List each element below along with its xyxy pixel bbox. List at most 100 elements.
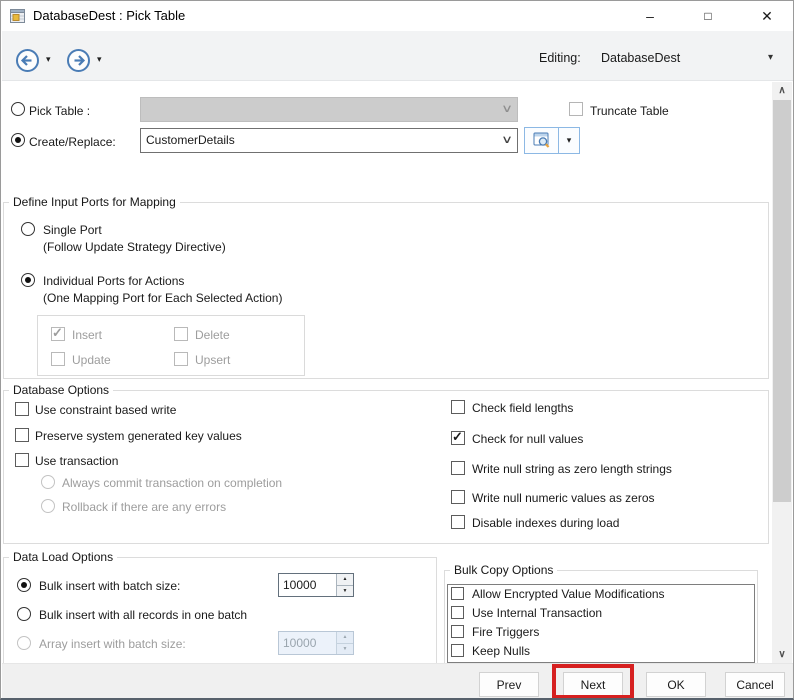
scroll-down-icon[interactable]: ∨ [772,646,792,663]
check-icon: ✓ [452,429,463,445]
close-button[interactable]: ✕ [745,1,789,31]
fire-triggers-checkbox[interactable]: ✓ [451,625,464,638]
bulk-insert-all-label: Bulk insert with all records in one batc… [39,608,247,622]
upsert-label: Upsert [195,353,230,367]
list-item[interactable]: ✓ Allow Encrypted Value Modifications [448,585,754,604]
chevron-down-icon[interactable]: ∨ [501,133,513,146]
check-null-values-checkbox[interactable]: ✓ [451,431,465,445]
insert-label: Insert [72,328,102,342]
create-replace-radio[interactable] [11,133,25,147]
disable-indexes-checkbox[interactable]: ✓ [451,515,465,529]
forward-dropdown-caret[interactable]: ▾ [97,54,102,65]
keep-nulls-checkbox[interactable]: ✓ [451,644,464,657]
scrollbar-thumb[interactable] [773,100,791,502]
bulk-copy-options-title: Bulk Copy Options [450,563,557,577]
create-replace-combo[interactable]: CustomerDetails ∨ [140,128,518,153]
app-icon [10,8,26,24]
pick-table-radio[interactable] [11,102,25,116]
update-checkbox: ✓ [51,352,65,366]
write-null-numeric-label: Write null numeric values as zeros [472,491,655,505]
vertical-scrollbar[interactable]: ∧ ∨ [772,82,792,663]
spin-down-icon[interactable]: ▼ [337,586,353,597]
spin-up-icon: ▲ [337,632,353,644]
always-commit-label: Always commit transaction on completion [62,476,282,490]
input-ports-group-title: Define Input Ports for Mapping [9,195,180,209]
single-port-radio[interactable] [21,222,35,236]
bulk-insert-batch-label: Bulk insert with batch size: [39,579,180,593]
data-load-options-title: Data Load Options [9,550,117,564]
cancel-button[interactable]: Cancel [725,672,785,697]
single-port-sublabel: (Follow Update Strategy Directive) [43,240,226,254]
title-bar: DatabaseDest : Pick Table – □ ✕ [1,1,793,31]
table-search-icon[interactable] [525,128,559,153]
spin-down-icon: ▼ [337,644,353,655]
allow-encrypted-label: Allow Encrypted Value Modifications [472,587,665,601]
write-null-numeric-checkbox[interactable]: ✓ [451,490,465,504]
create-replace-label: Create/Replace: [29,135,116,149]
array-batch-size-value: 10000 [279,632,336,654]
scroll-up-icon[interactable]: ∧ [772,82,792,99]
list-item[interactable]: ✓ Use Internal Transaction [448,604,754,623]
update-label: Update [72,353,111,367]
footer-bar: Prev Next OK Cancel [2,663,794,699]
picker-dropdown-caret[interactable]: ▾ [559,128,579,153]
ok-button[interactable]: OK [646,672,706,697]
individual-ports-radio[interactable] [21,273,35,287]
rollback-label: Rollback if there are any errors [62,500,226,514]
prev-button[interactable]: Prev [479,672,539,697]
editing-dropdown[interactable]: DatabaseDest [601,51,761,65]
keep-nulls-label: Keep Nulls [472,644,530,658]
check-null-values-label: Check for null values [472,432,583,446]
bulk-copy-options-list[interactable]: ✓ Allow Encrypted Value Modifications ✓ … [447,584,755,663]
individual-ports-label: Individual Ports for Actions [43,274,184,288]
preserve-keys-checkbox[interactable]: ✓ [15,428,29,442]
use-internal-transaction-checkbox[interactable]: ✓ [451,606,464,619]
array-batch-size-spinner: 10000 ▲ ▼ [278,631,354,655]
delete-checkbox: ✓ [174,327,188,341]
array-insert-label: Array insert with batch size: [39,637,186,651]
editing-label: Editing: [539,51,581,65]
batch-size-value[interactable]: 10000 [279,574,336,596]
dialog-window: DatabaseDest : Pick Table – □ ✕ ▾ ▾ Edit… [0,0,794,700]
window-title: DatabaseDest : Pick Table [33,8,185,23]
bulk-insert-all-radio[interactable] [17,607,31,621]
delete-label: Delete [195,328,230,342]
always-commit-radio [41,475,55,489]
upsert-checkbox: ✓ [174,352,188,366]
use-transaction-label: Use transaction [35,454,118,468]
use-transaction-checkbox[interactable]: ✓ [15,453,29,467]
list-item[interactable]: ✓ Fire Triggers [448,623,754,642]
navigation-toolbar: ▾ ▾ Editing: DatabaseDest ▾ [2,31,794,81]
truncate-table-label: Truncate Table [590,104,669,118]
check-icon: ✓ [52,325,63,341]
array-insert-radio [17,636,31,650]
minimize-button[interactable]: – [631,1,669,31]
forward-button[interactable] [66,48,91,73]
truncate-table-checkbox[interactable]: ✓ [569,102,583,116]
create-replace-value[interactable]: CustomerDetails [146,133,235,147]
maximize-button[interactable]: □ [689,1,727,31]
editing-dropdown-caret[interactable]: ▾ [768,52,773,63]
use-internal-transaction-label: Use Internal Transaction [472,606,602,620]
fire-triggers-label: Fire Triggers [472,625,539,639]
back-button[interactable] [15,48,40,73]
check-field-lengths-label: Check field lengths [472,401,573,415]
batch-size-spinner[interactable]: 10000 ▲ ▼ [278,573,354,597]
next-button[interactable]: Next [563,672,623,697]
spin-up-icon[interactable]: ▲ [337,574,353,586]
single-port-label: Single Port [43,223,102,237]
list-item[interactable]: ✓ Keep Nulls [448,642,754,661]
check-field-lengths-checkbox[interactable]: ✓ [451,400,465,414]
table-picker-split-button[interactable]: ▾ [524,127,580,154]
disable-indexes-label: Disable indexes during load [472,516,619,530]
pick-table-label: Pick Table : [29,104,90,118]
chevron-down-icon: ∨ [501,102,513,115]
database-options-title: Database Options [9,383,113,397]
allow-encrypted-checkbox[interactable]: ✓ [451,587,464,600]
rollback-radio [41,499,55,513]
write-null-string-checkbox[interactable]: ✓ [451,461,465,475]
back-dropdown-caret[interactable]: ▾ [46,54,51,65]
use-constraint-checkbox[interactable]: ✓ [15,402,29,416]
bulk-insert-batch-radio[interactable] [17,578,31,592]
insert-checkbox: ✓ [51,327,65,341]
